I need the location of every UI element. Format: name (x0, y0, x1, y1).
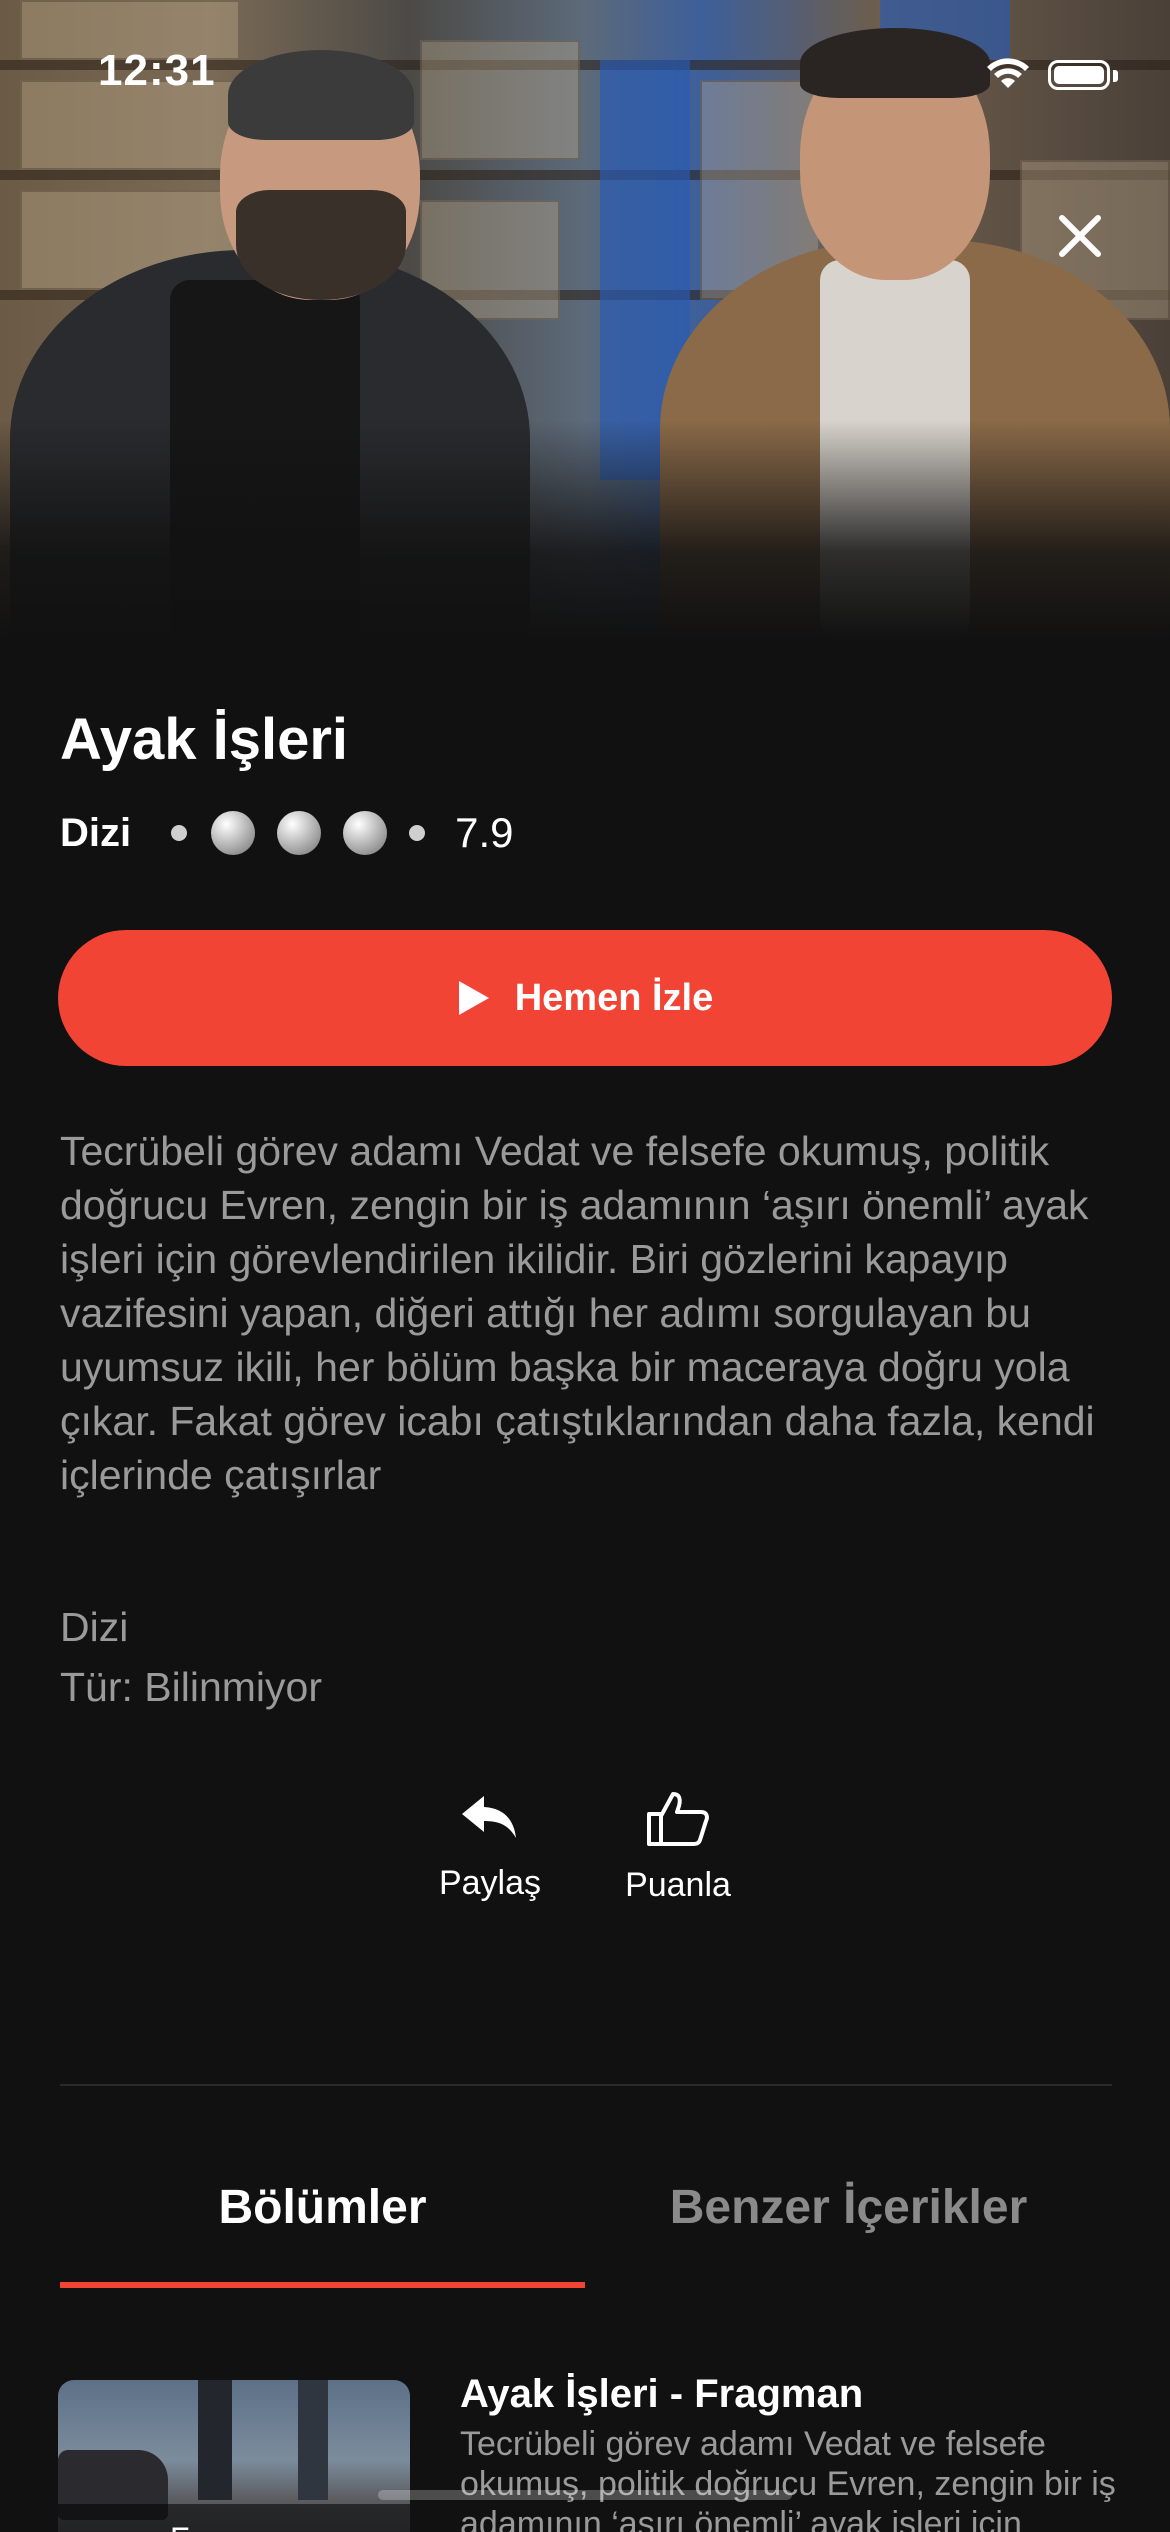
tab-similar-content[interactable]: Benzer İçerikler (585, 2180, 1112, 2235)
close-button[interactable] (1040, 196, 1120, 276)
home-indicator[interactable] (378, 2490, 792, 2500)
status-time: 12:31 (98, 46, 216, 95)
score: 7.9 (455, 809, 514, 856)
detail-page: 12:31 Ayak İşleri Dizi 7.9 Hemen İzle Te… (0, 0, 1170, 2532)
info-type: Dizi (60, 1604, 129, 1650)
close-icon (1059, 215, 1101, 257)
description: Tecrübeli görev adamı Vedat ve felsefe o… (60, 1128, 1095, 1498)
page-title: Ayak İşleri (60, 707, 349, 772)
wifi-icon (987, 58, 1029, 88)
rate-label: Puanla (625, 1866, 731, 1904)
divider (60, 2084, 1112, 2086)
thumbnail-label: Fragman (58, 2504, 410, 2532)
episode-title[interactable]: Ayak İşleri - Fragman (460, 2372, 863, 2417)
episode-description: Tecrübeli görev adamı Vedat ve felsefe o… (460, 2425, 1116, 2532)
thumbnail-badge: Fragman (58, 2504, 410, 2532)
share-label: Paylaş (438, 1864, 542, 1902)
separator-dot (171, 825, 188, 841)
info-genre: Tür: Bilinmiyor (60, 1664, 322, 1710)
battery-icon (1048, 60, 1110, 90)
status-bar: 12:31 (0, 46, 1170, 106)
share-button[interactable]: Paylaş (430, 1790, 550, 1903)
tab-episodes[interactable]: Bölümler (60, 2180, 585, 2235)
rate-button[interactable]: Puanla (618, 1790, 738, 1905)
watch-now-label: Hemen İzle (514, 976, 714, 1019)
content-type: Dizi (60, 810, 132, 855)
rating-badge-icon (343, 811, 388, 855)
rating-badge-icon (211, 811, 256, 855)
active-tab-indicator (60, 2282, 585, 2288)
separator-dot (409, 825, 426, 841)
play-icon (458, 981, 489, 1015)
episode-thumbnail[interactable]: Fragman (58, 2380, 410, 2532)
battery-tip (1113, 70, 1118, 82)
thumbs-up-icon (647, 1792, 709, 1846)
rating-badge-icon (277, 811, 322, 855)
watch-now-button[interactable]: Hemen İzle (58, 930, 1112, 1066)
reply-icon (462, 1796, 516, 1838)
meta-row: Dizi 7.9 (60, 808, 514, 858)
